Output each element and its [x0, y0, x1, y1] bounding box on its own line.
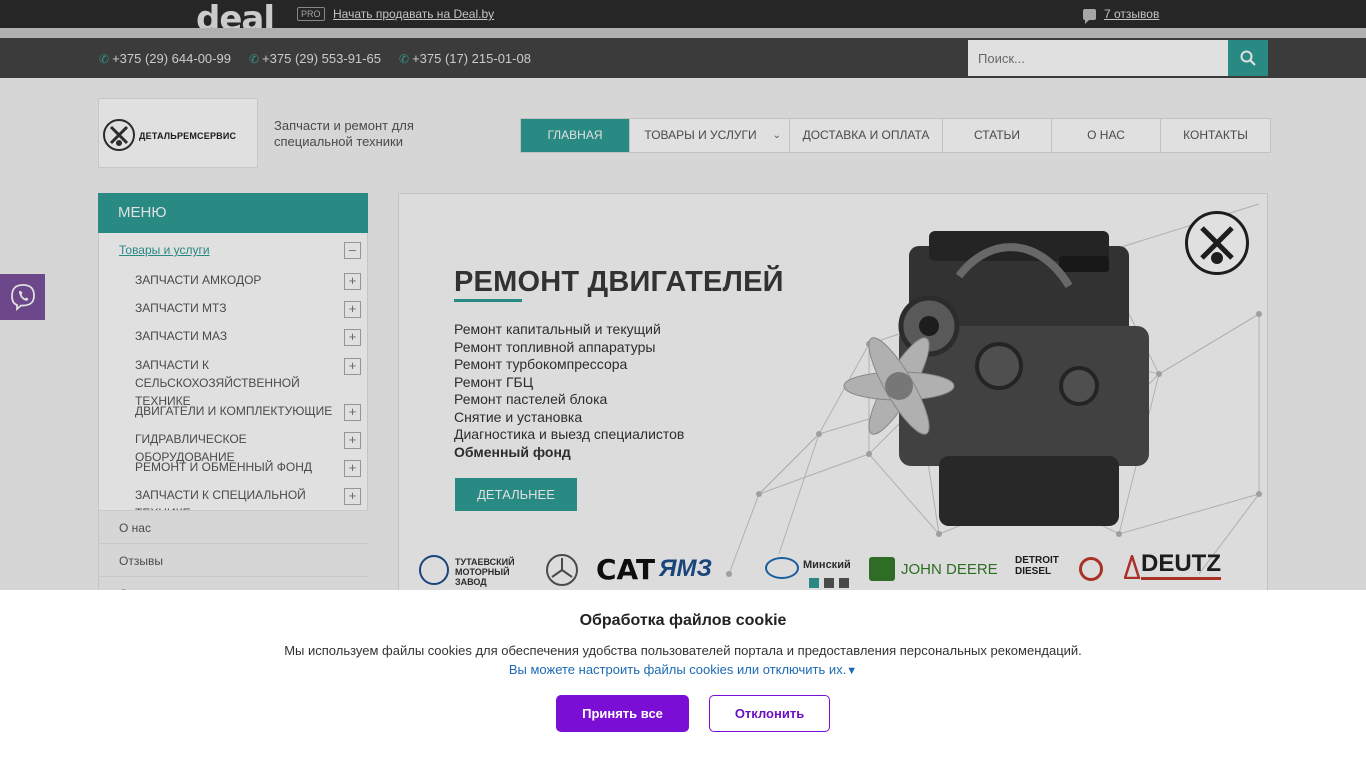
collapse-icon[interactable]: –: [344, 242, 361, 259]
mercedes-logo-icon: [546, 554, 578, 586]
banner-title: РЕМОНТ ДВИГАТЕЛЕЙ: [454, 266, 784, 298]
sidebar-item-products[interactable]: Товары и услуги –: [99, 240, 369, 262]
yamz-logo: ЯМЗ: [659, 555, 712, 582]
nav-products[interactable]: ТОВАРЫ И УСЛУГИ ⌄: [630, 119, 790, 152]
tmz-logo-icon: [419, 555, 449, 585]
nav-articles[interactable]: СТАТЬИ: [943, 119, 1052, 152]
services-list: Ремонт капитальный и текущий Ремонт топл…: [454, 321, 684, 461]
nav-contacts[interactable]: КОНТАКТЫ: [1161, 119, 1270, 152]
expand-icon[interactable]: +: [344, 404, 361, 421]
sidebar-item-reviews[interactable]: Отзывы: [99, 543, 369, 576]
expand-icon[interactable]: +: [344, 329, 361, 346]
john-deere-logo: JOHN DEERE: [901, 561, 998, 578]
viber-icon: [11, 284, 35, 311]
details-button[interactable]: ДЕТАЛЬНЕЕ: [455, 478, 577, 511]
brand-name: ДЕТАЛЬРЕМСЕРВИС: [139, 131, 237, 141]
phone-1[interactable]: ✆ +375 (29) 644-00-99: [99, 51, 231, 66]
top-divider: [0, 28, 1366, 38]
cookie-settings-link[interactable]: Вы можете настроить файлы cookies или от…: [0, 662, 1366, 677]
expand-icon[interactable]: +: [344, 488, 361, 505]
company-emblem-icon: [1185, 211, 1249, 275]
service-item: Ремонт капитальный и текущий: [454, 321, 661, 337]
site-logo[interactable]: ДЕТАЛЬРЕМСЕРВИС: [98, 98, 258, 168]
slider-dots: [809, 576, 854, 591]
service-item-bold: Обменный фонд: [454, 443, 571, 460]
phone-icon: ✆: [99, 52, 110, 66]
cookie-text: Мы используем файлы cookies для обеспече…: [284, 643, 1082, 658]
pro-badge: PRO: [297, 7, 325, 21]
expand-icon[interactable]: +: [344, 432, 361, 449]
service-item: Ремонт топливной аппаратуры: [454, 338, 656, 355]
start-selling-link[interactable]: Начать продавать на Deal.by: [333, 7, 494, 21]
sidebar-menu: Товары и услуги – ЗАПЧАСТИ АМКОДОР + ЗАП…: [98, 233, 369, 609]
title-underline: [454, 299, 522, 302]
accept-all-button[interactable]: Принять все: [556, 695, 689, 732]
decline-button[interactable]: Отклонить: [709, 695, 830, 732]
slider-dot[interactable]: [824, 578, 834, 588]
wrench-emblem-icon: [103, 119, 135, 151]
nav-delivery[interactable]: ДОСТАВКА И ОПЛАТА: [790, 119, 943, 152]
cat-logo: CAT: [596, 553, 656, 586]
deutz-logo-icon: [1123, 551, 1141, 580]
slider-dot[interactable]: [839, 578, 849, 588]
detroit-diesel-logo: DETROIT DIESEL: [1015, 555, 1059, 577]
engine-image: [843, 231, 1149, 526]
service-item: Ремонт ГБЦ: [454, 373, 534, 390]
slider-dot[interactable]: [809, 578, 819, 588]
viber-button[interactable]: [0, 274, 45, 320]
search-icon: [1240, 50, 1256, 66]
service-item: Ремонт турбокомпрессора: [454, 356, 628, 372]
brand-tagline: Запчасти и ремонт для специальной техник…: [274, 118, 414, 149]
service-item: Диагностика и выезд специалистов: [454, 426, 685, 442]
phone-2[interactable]: ✆ +375 (29) 553-91-65: [249, 51, 381, 66]
nav-about[interactable]: О НАС: [1052, 119, 1161, 152]
detroit-diesel-logo-icon: [1079, 557, 1103, 581]
cookie-banner: Обработка файлов cookie Мы используем фа…: [0, 590, 1366, 768]
reviews-link[interactable]: 7 отзывов: [1083, 7, 1159, 24]
deal-logo[interactable]: deal: [196, 2, 274, 28]
hero-banner: РЕМОНТ ДВИГАТЕЛЕЙ Ремонт капитальный и т…: [398, 193, 1268, 593]
john-deere-logo-icon: [869, 557, 895, 581]
cookie-title: Обработка файлов cookie: [579, 612, 787, 629]
menu-title: МЕНЮ: [98, 193, 368, 233]
service-item: Ремонт пастелей блока: [454, 391, 608, 407]
phone-icon: ✆: [399, 52, 410, 66]
minsk-logo: Минский: [803, 559, 851, 571]
minsk-logo-icon: [765, 557, 799, 579]
expand-icon[interactable]: +: [344, 273, 361, 290]
search-input[interactable]: [968, 40, 1228, 76]
deutz-logo: DEUTZ: [1141, 551, 1221, 580]
expand-icon[interactable]: +: [344, 358, 361, 375]
comment-icon: [1083, 9, 1096, 24]
triangle-down-icon: ▼: [846, 665, 858, 677]
sidebar-item-about[interactable]: О нас: [99, 510, 369, 543]
service-item: Снятие и установка: [454, 408, 583, 425]
phone-3[interactable]: ✆ +375 (17) 215-01-08: [399, 51, 531, 66]
reviews-label[interactable]: 7 отзывов: [1104, 7, 1159, 21]
main-nav: ГЛАВНАЯ ТОВАРЫ И УСЛУГИ ⌄ ДОСТАВКА И ОПЛА…: [520, 118, 1271, 153]
tmz-logo: ТУТАЕВСКИЙ МОТОРНЫЙ ЗАВОД: [455, 557, 515, 587]
phone-icon: ✆: [249, 52, 260, 66]
search-button[interactable]: [1228, 40, 1268, 76]
expand-icon[interactable]: +: [344, 301, 361, 318]
expand-icon[interactable]: +: [344, 460, 361, 477]
portal-top-bar: deal PRO Начать продавать на Deal.by 7 о…: [0, 0, 1366, 28]
nav-home[interactable]: ГЛАВНАЯ: [521, 119, 630, 152]
chevron-down-icon: ⌄: [772, 130, 781, 141]
